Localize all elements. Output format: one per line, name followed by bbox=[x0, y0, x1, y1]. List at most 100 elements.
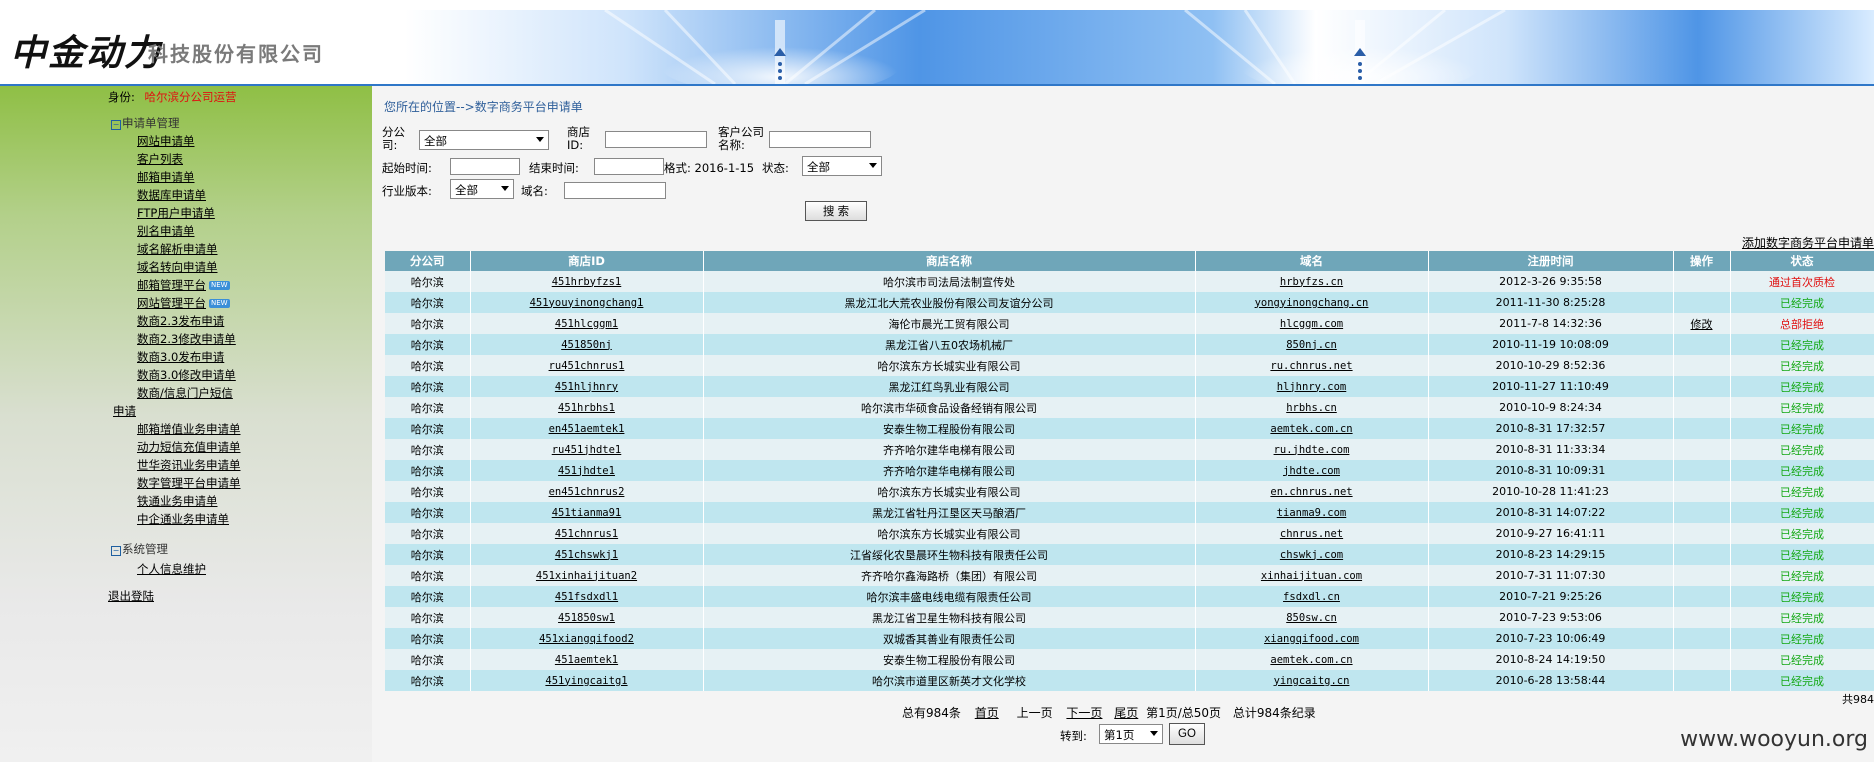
register-time-cell: 2012-3-26 9:35:58 bbox=[1428, 271, 1674, 292]
domain-link[interactable]: 850nj.cn bbox=[1286, 339, 1337, 351]
logout-link[interactable]: 退出登陆 bbox=[108, 588, 154, 604]
store-id-link[interactable]: 451aemtek1 bbox=[555, 654, 618, 666]
domain-link[interactable]: fsdxdl.cn bbox=[1283, 591, 1340, 603]
store-id-input[interactable] bbox=[605, 131, 707, 148]
sidebar-item-shihua-info[interactable]: 世华资讯业务申请单 bbox=[137, 457, 241, 473]
sidebar-item-database-application[interactable]: 数据库申请单 bbox=[137, 187, 206, 203]
domain-link[interactable]: 850sw.cn bbox=[1286, 612, 1337, 624]
column-header[interactable]: 状态 bbox=[1730, 251, 1874, 271]
domain-link[interactable]: chswkj.com bbox=[1280, 549, 1343, 561]
status-select[interactable]: 全部 bbox=[802, 156, 882, 176]
store-id-link[interactable]: 451xinhaijituan2 bbox=[536, 570, 637, 582]
domain-link[interactable]: chnrus.net bbox=[1280, 528, 1343, 540]
collapse-icon[interactable]: − bbox=[111, 546, 121, 556]
sidebar-item-ds23-publish[interactable]: 数商2.3发布申请 bbox=[137, 313, 224, 329]
domain-link[interactable]: xinhaijituan.com bbox=[1261, 570, 1362, 582]
column-header[interactable]: 分公司 bbox=[385, 251, 471, 271]
sidebar-item-sms-application[interactable]: 数商/信息门户短信 bbox=[137, 385, 233, 401]
store-id-link[interactable]: en451aemtek1 bbox=[549, 423, 625, 435]
store-id-link[interactable]: 451hljhnry bbox=[555, 381, 618, 393]
store-id-link[interactable]: 451yingcaitg1 bbox=[545, 675, 627, 687]
sidebar-item-mailbox-value-added[interactable]: 邮箱增值业务申请单 bbox=[137, 421, 241, 437]
store-id-cell: 451850nj bbox=[470, 334, 704, 355]
goto-page-select[interactable]: 第1页 bbox=[1099, 724, 1163, 744]
action-cell bbox=[1673, 628, 1731, 649]
edit-link[interactable]: 修改 bbox=[1691, 318, 1713, 331]
domain-cell: yongyinongchang.cn bbox=[1195, 292, 1429, 313]
add-application-link[interactable]: 添加数字商务平台申请单 bbox=[1742, 234, 1874, 251]
column-header[interactable]: 注册时间 bbox=[1428, 251, 1674, 271]
go-button[interactable]: GO bbox=[1169, 723, 1205, 745]
sidebar-item-digital-platform[interactable]: 数字管理平台申请单 bbox=[137, 475, 241, 491]
sidebar-item-tietong[interactable]: 铁通业务申请单 bbox=[137, 493, 218, 509]
sidebar-item-website-platform[interactable]: 网站管理平台 bbox=[137, 296, 206, 310]
domain-link[interactable]: aemtek.com.cn bbox=[1270, 654, 1352, 666]
domain-link[interactable]: hlcggm.com bbox=[1280, 318, 1343, 330]
store-id-link[interactable]: 451hrbyfzs1 bbox=[552, 276, 622, 288]
store-id-link[interactable]: 451fsdxdl1 bbox=[555, 591, 618, 603]
sidebar-item-ds23-modify[interactable]: 数商2.3修改申请单 bbox=[137, 331, 236, 347]
domain-link[interactable]: ru.jhdte.com bbox=[1274, 444, 1350, 456]
domain-link[interactable]: hrbhs.cn bbox=[1286, 402, 1337, 414]
store-id-link[interactable]: 451850nj bbox=[561, 339, 612, 351]
pager-next[interactable]: 下一页 bbox=[1066, 706, 1102, 720]
domain-link[interactable]: hljhnry.com bbox=[1277, 381, 1347, 393]
industry-select[interactable]: 全部 bbox=[450, 179, 514, 199]
customer-name-input[interactable] bbox=[769, 131, 871, 148]
column-header[interactable]: 域名 bbox=[1195, 251, 1429, 271]
sidebar-item-sms-application-cont[interactable]: 申请 bbox=[113, 403, 136, 419]
store-id-link[interactable]: ru451chnrus1 bbox=[549, 360, 625, 372]
domain-link[interactable]: yingcaitg.cn bbox=[1274, 675, 1350, 687]
store-id-link[interactable]: 451jhdte1 bbox=[558, 465, 615, 477]
pager-last[interactable]: 尾页 bbox=[1114, 706, 1138, 720]
domain-link[interactable]: yongyinongchang.cn bbox=[1255, 297, 1369, 309]
sidebar-item-mailbox-application[interactable]: 邮箱申请单 bbox=[137, 169, 195, 185]
sidebar-item-ds30-publish[interactable]: 数商3.0发布申请 bbox=[137, 349, 224, 365]
collapse-icon[interactable]: − bbox=[111, 120, 121, 130]
sidebar-item-ftp-user-application[interactable]: FTP用户申请单 bbox=[137, 205, 215, 221]
domain-link[interactable]: jhdte.com bbox=[1283, 465, 1340, 477]
domain-link[interactable]: hrbyfzs.cn bbox=[1280, 276, 1343, 288]
start-time-input[interactable] bbox=[450, 158, 520, 175]
sidebar-item-sms-recharge[interactable]: 动力短信充值申请单 bbox=[137, 439, 241, 455]
sidebar-item-dns-application[interactable]: 域名解析申请单 bbox=[137, 241, 218, 257]
pager-prev[interactable]: 上一页 bbox=[1017, 706, 1053, 720]
store-id-link[interactable]: 451tianma91 bbox=[552, 507, 622, 519]
store-id-link[interactable]: 451chswkj1 bbox=[555, 549, 618, 561]
status-cell: 已经完成 bbox=[1730, 523, 1874, 544]
sidebar: 身份: 哈尔滨分公司运营 − 申请单管理 网站申请单 客户列表 邮箱申请单 数据库… bbox=[0, 86, 372, 762]
store-id-link[interactable]: ru451jhdte1 bbox=[552, 444, 622, 456]
store-id-link[interactable]: 451850sw1 bbox=[558, 612, 615, 624]
domain-link[interactable]: aemtek.com.cn bbox=[1270, 423, 1352, 435]
sidebar-item-ds30-modify[interactable]: 数商3.0修改申请单 bbox=[137, 367, 236, 383]
store-id-link[interactable]: en451chnrus2 bbox=[549, 486, 625, 498]
sidebar-item-mailbox-platform[interactable]: 邮箱管理平台 bbox=[137, 278, 206, 292]
store-id-link[interactable]: 451chnrus1 bbox=[555, 528, 618, 540]
menu-group-applications[interactable]: − 申请单管理 bbox=[111, 115, 180, 131]
branch-select[interactable]: 全部 bbox=[419, 130, 549, 150]
column-header[interactable]: 商店ID bbox=[470, 251, 704, 271]
store-id-link[interactable]: 451hrbhs1 bbox=[558, 402, 615, 414]
action-cell bbox=[1673, 376, 1731, 397]
sidebar-item-profile[interactable]: 个人信息维护 bbox=[137, 561, 206, 577]
column-header[interactable]: 商店名称 bbox=[703, 251, 1196, 271]
domain-link[interactable]: ru.chnrus.net bbox=[1270, 360, 1352, 372]
column-header[interactable]: 操作 bbox=[1673, 251, 1731, 271]
sidebar-item-domain-redirect-application[interactable]: 域名转向申请单 bbox=[137, 259, 218, 275]
sidebar-item-website-application[interactable]: 网站申请单 bbox=[137, 133, 195, 149]
menu-group-system[interactable]: − 系统管理 bbox=[111, 541, 168, 557]
end-time-input[interactable] bbox=[594, 158, 664, 175]
store-id-link[interactable]: 451youyinongchang1 bbox=[530, 297, 644, 309]
sidebar-item-customer-list[interactable]: 客户列表 bbox=[137, 151, 183, 167]
store-id-link[interactable]: 451hlcggm1 bbox=[555, 318, 618, 330]
domain-link[interactable]: en.chnrus.net bbox=[1270, 486, 1352, 498]
sidebar-item-alias-application[interactable]: 别名申请单 bbox=[137, 223, 195, 239]
sidebar-item-zhongqitong[interactable]: 中企通业务申请单 bbox=[137, 511, 229, 527]
search-button[interactable]: 搜 索 bbox=[805, 201, 867, 221]
store-id-link[interactable]: 451xiangqifood2 bbox=[539, 633, 634, 645]
domain-link[interactable]: tianma9.com bbox=[1277, 507, 1347, 519]
identity-value: 哈尔滨分公司运营 bbox=[144, 90, 237, 104]
domain-link[interactable]: xiangqifood.com bbox=[1264, 633, 1359, 645]
pager-first[interactable]: 首页 bbox=[975, 706, 999, 720]
domain-input[interactable] bbox=[564, 182, 666, 199]
